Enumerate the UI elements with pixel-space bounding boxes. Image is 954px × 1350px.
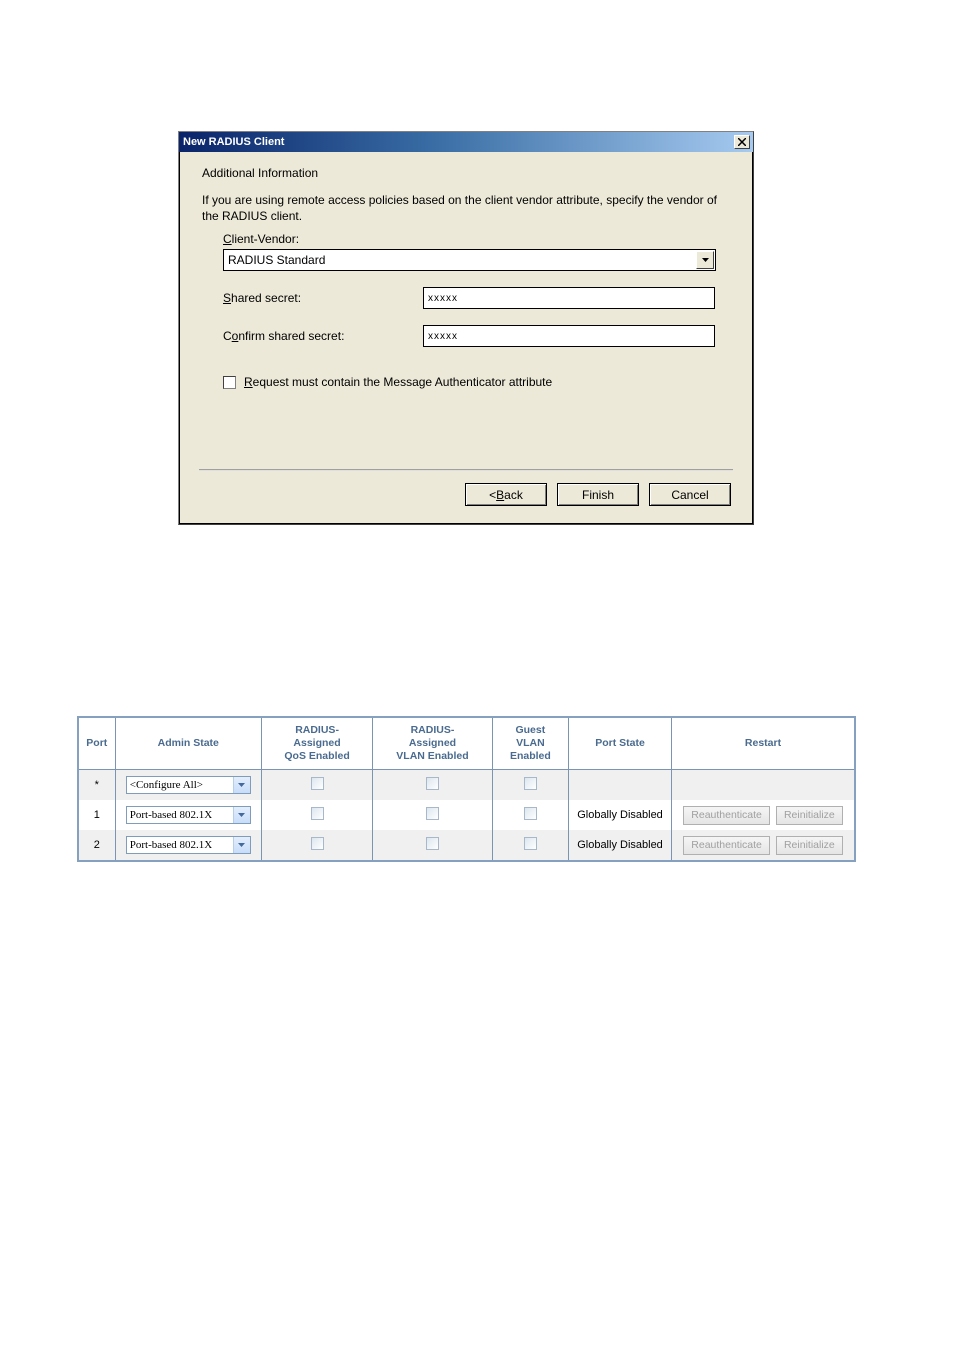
reinitialize-button[interactable]: Reinitialize: [776, 836, 843, 855]
client-vendor-combobox[interactable]: RADIUS Standard: [223, 249, 716, 271]
request-authenticator-checkbox[interactable]: [223, 376, 236, 389]
back-button[interactable]: < Back: [465, 483, 547, 506]
radius-vlan-checkbox[interactable]: [426, 777, 439, 790]
client-vendor-label: Client-Vendor:: [223, 232, 733, 246]
close-icon: [738, 138, 746, 146]
port-number: 1: [78, 800, 115, 830]
radius-qos-checkbox[interactable]: [311, 837, 324, 850]
request-authenticator-label: Request must contain the Message Authent…: [244, 375, 552, 389]
shared-secret-input[interactable]: xxxxx: [423, 287, 715, 309]
chevron-down-icon: [238, 843, 245, 847]
header-radius-vlan: RADIUS- Assigned VLAN Enabled: [373, 717, 493, 770]
description-text: If you are using remote access policies …: [202, 192, 722, 224]
new-radius-client-dialog: New RADIUS Client Additional Information…: [178, 131, 754, 525]
reauthenticate-button[interactable]: Reauthenticate: [683, 806, 770, 825]
separator: [199, 469, 733, 471]
header-port: Port: [78, 717, 115, 770]
port-state-value: Globally Disabled: [568, 830, 671, 861]
admin-state-dropdown[interactable]: <Configure All>: [126, 776, 251, 794]
admin-state-dropdown[interactable]: Port-based 802.1X: [126, 806, 251, 824]
confirm-secret-input[interactable]: xxxxx: [423, 325, 715, 347]
table-row: 1 Port-based 802.1X Globally Disabled Re…: [78, 800, 855, 830]
guest-vlan-checkbox[interactable]: [524, 777, 537, 790]
header-port-state: Port State: [568, 717, 671, 770]
cancel-button[interactable]: Cancel: [649, 483, 731, 506]
guest-vlan-checkbox[interactable]: [524, 807, 537, 820]
chevron-down-icon: [238, 813, 245, 817]
combobox-arrow[interactable]: [696, 251, 714, 269]
close-button[interactable]: [734, 135, 750, 149]
table-row: 2 Port-based 802.1X Globally Disabled Re…: [78, 830, 855, 861]
dropdown-arrow[interactable]: [233, 837, 250, 853]
admin-state-dropdown[interactable]: Port-based 802.1X: [126, 836, 251, 854]
reauthenticate-button[interactable]: Reauthenticate: [683, 836, 770, 855]
radius-qos-checkbox[interactable]: [311, 807, 324, 820]
reinitialize-button[interactable]: Reinitialize: [776, 806, 843, 825]
header-guest-vlan: Guest VLAN Enabled: [492, 717, 568, 770]
restart-cell: [672, 770, 855, 801]
header-restart: Restart: [672, 717, 855, 770]
chevron-down-icon: [238, 783, 245, 787]
shared-secret-label: Shared secret:: [223, 291, 423, 305]
port-number: 2: [78, 830, 115, 861]
port-state-value: [568, 770, 671, 801]
section-title: Additional Information: [202, 166, 733, 180]
dropdown-arrow[interactable]: [233, 777, 250, 793]
guest-vlan-checkbox[interactable]: [524, 837, 537, 850]
port-config-table: Port Admin State RADIUS- Assigned QoS En…: [77, 716, 856, 862]
titlebar: New RADIUS Client: [179, 132, 753, 152]
radius-qos-checkbox[interactable]: [311, 777, 324, 790]
radius-vlan-checkbox[interactable]: [426, 807, 439, 820]
confirm-secret-label: Confirm shared secret:: [223, 329, 423, 343]
finish-button[interactable]: Finish: [557, 483, 639, 506]
port-number: *: [78, 770, 115, 801]
dropdown-arrow[interactable]: [233, 807, 250, 823]
header-admin-state: Admin State: [115, 717, 261, 770]
window-title: New RADIUS Client: [183, 136, 734, 148]
client-vendor-value: RADIUS Standard: [228, 253, 325, 267]
header-radius-qos: RADIUS- Assigned QoS Enabled: [261, 717, 372, 770]
table-row: * <Configure All>: [78, 770, 855, 801]
port-state-value: Globally Disabled: [568, 800, 671, 830]
radius-vlan-checkbox[interactable]: [426, 837, 439, 850]
chevron-down-icon: [702, 258, 709, 262]
